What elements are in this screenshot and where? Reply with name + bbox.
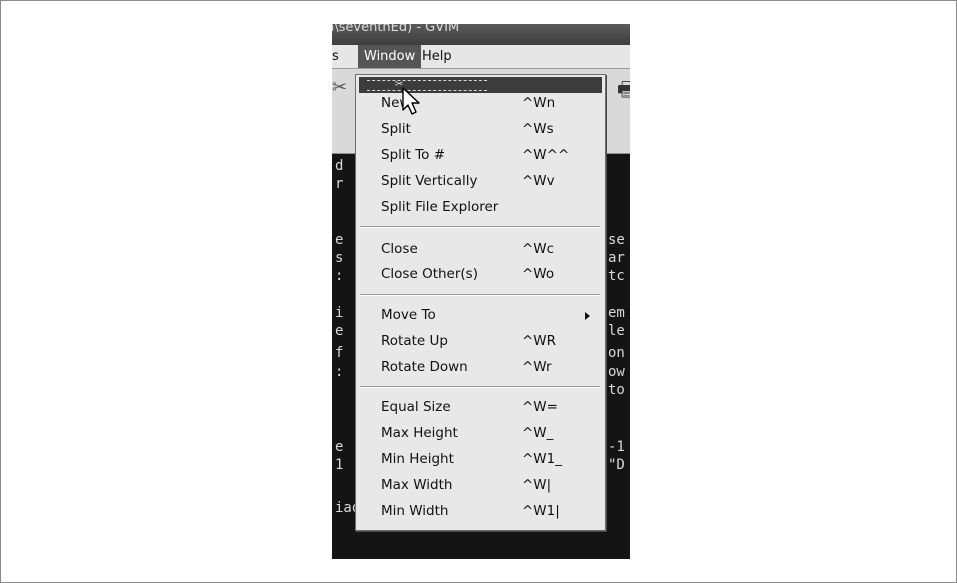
buffer-line-right: le [608, 323, 625, 339]
buffer-line-right: "D [608, 457, 625, 473]
buffer-line-right: ar [608, 250, 625, 266]
buffer-line-left: 1 [335, 457, 344, 473]
mouse-cursor-icon [402, 87, 420, 115]
menu-item-label: Split To # [381, 147, 446, 163]
window-title-bar: n\seventhEd) - GVIM [332, 24, 630, 45]
menu-item-label: Split [381, 121, 411, 137]
menu-item-shortcut: ^W1_ [522, 451, 562, 467]
menu-item-label: Equal Size [381, 399, 451, 415]
menu-item-shortcut: ^Wn [522, 95, 556, 111]
menu-item-close-others[interactable]: Close Other(s) ^Wo [356, 263, 605, 286]
menu-item-label: Move To [381, 307, 436, 323]
menu-item-close[interactable]: Close ^Wc [356, 238, 605, 261]
menu-item-split-file-explorer[interactable]: Split File Explorer [356, 196, 605, 219]
menu-item-min-height[interactable]: Min Height ^W1_ [356, 448, 605, 471]
window-title: n\seventhEd) - GVIM [332, 24, 460, 35]
menu-item-label: Max Height [381, 425, 458, 441]
menu-bar: s Window Help [332, 45, 630, 69]
buffer-line-left: e [335, 323, 344, 339]
buffer-line-right: to [608, 382, 625, 398]
menu-item-split-to[interactable]: Split To # ^W^^ [356, 144, 605, 167]
menu-item-label: Min Height [381, 451, 454, 467]
menu-item-label: Max Width [381, 477, 453, 493]
buffer-line-right: tc [608, 268, 625, 284]
menu-item-label: Split File Explorer [381, 199, 499, 215]
menu-item-move-to[interactable]: Move To [356, 304, 605, 327]
menu-item-shortcut: ^W1| [522, 503, 560, 519]
buffer-line-left: d [335, 158, 344, 174]
menu-item-truncated[interactable]: s [332, 45, 345, 68]
submenu-arrow-icon [585, 312, 590, 320]
menu-item-min-width[interactable]: Min Width ^W1| [356, 500, 605, 523]
tearoff-bar[interactable]: ✂ [359, 77, 602, 93]
menu-separator [360, 386, 600, 388]
cut-icon[interactable]: ✂ [332, 77, 347, 98]
menu-item-shortcut: ^Wo [522, 266, 555, 282]
menu-item-shortcut: ^Wr [522, 359, 552, 375]
menu-window[interactable]: Window [358, 45, 422, 68]
menu-item-shortcut: ^Ws [522, 121, 554, 137]
buffer-line-left: s [335, 250, 344, 266]
menu-item-split-vertically[interactable]: Split Vertically ^Wv [356, 170, 605, 193]
menu-item-split[interactable]: Split ^Ws [356, 118, 605, 141]
menu-item-equal-size[interactable]: Equal Size ^W= [356, 396, 605, 419]
menu-item-max-width[interactable]: Max Width ^W| [356, 474, 605, 497]
window-menu-dropdown: ✂ New ^Wn Split ^Ws Split To # ^W^^ Spli… [355, 74, 606, 531]
buffer-line-left: i [335, 305, 344, 321]
menu-item-label: Close Other(s) [381, 266, 478, 282]
tearoff-dashes: ✂ [367, 80, 487, 91]
menu-item-shortcut: ^WR [522, 333, 557, 349]
buffer-line-right: se [608, 232, 625, 248]
buffer-line-left: r [335, 176, 344, 192]
menu-item-shortcut: ^Wv [522, 173, 555, 189]
buffer-line-right: em [608, 305, 625, 321]
buffer-line-left: : [335, 268, 344, 284]
menu-item-shortcut: ^Wc [522, 241, 555, 257]
buffer-line-right: on [608, 345, 625, 361]
menu-item-rotate-up[interactable]: Rotate Up ^WR [356, 330, 605, 353]
menu-item-shortcut: ^W| [522, 477, 552, 493]
buffer-line-right: -1 [608, 439, 625, 455]
buffer-line-left: e [335, 439, 344, 455]
menu-item-label: Split Vertically [381, 173, 478, 189]
menu-item-label: Close [381, 241, 418, 257]
menu-item-label: Rotate Down [381, 359, 468, 375]
menu-item-label: Rotate Up [381, 333, 448, 349]
buffer-line-left: f [335, 345, 344, 361]
menu-item-shortcut: ^W^^ [522, 147, 570, 163]
menu-item-shortcut: ^W= [522, 399, 558, 415]
buffer-line-left: : [335, 364, 344, 380]
menu-item-shortcut: ^W_ [522, 425, 554, 441]
buffer-line-left: e [335, 232, 344, 248]
menu-separator [360, 226, 600, 228]
menu-item-max-height[interactable]: Max Height ^W_ [356, 422, 605, 445]
menu-separator [360, 294, 600, 296]
menu-item-label: Min Width [381, 503, 449, 519]
buffer-line-right: ow [608, 364, 625, 380]
print-icon[interactable]: 🖶 [617, 75, 630, 109]
menu-item-rotate-down[interactable]: Rotate Down ^Wr [356, 356, 605, 379]
menu-item-new[interactable]: New ^Wn [356, 92, 605, 115]
menu-help[interactable]: Help [416, 45, 458, 68]
